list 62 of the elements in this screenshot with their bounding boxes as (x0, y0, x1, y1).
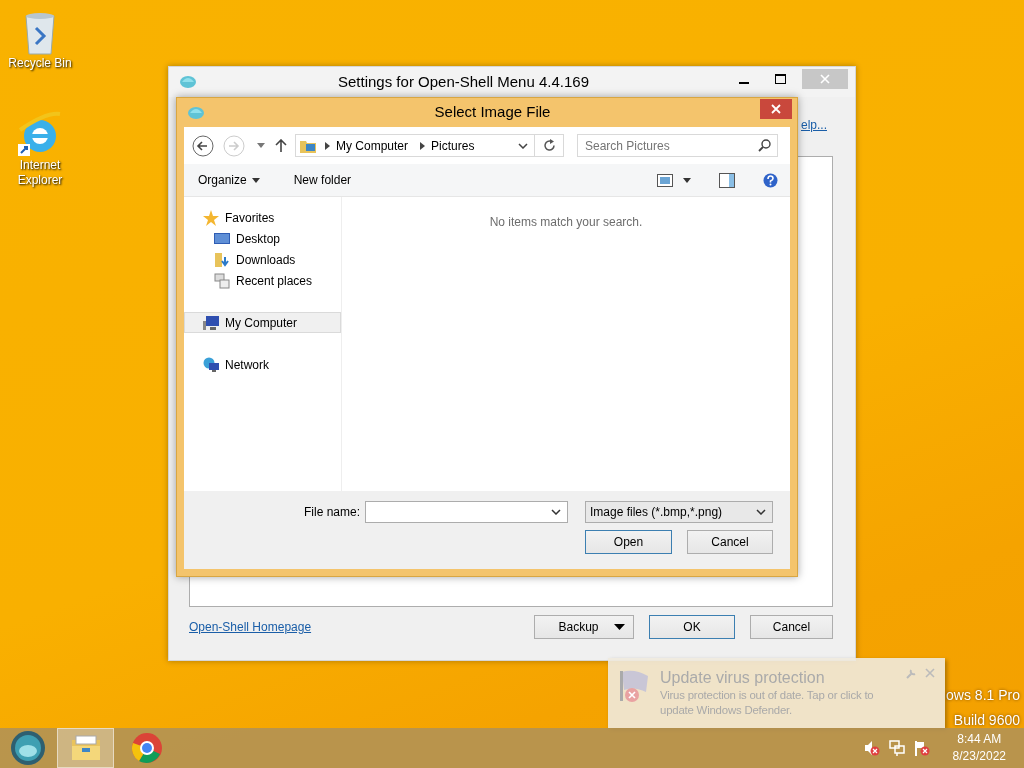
back-icon[interactable] (192, 134, 214, 157)
dialog-button[interactable]: OK (649, 615, 735, 639)
dropdown-icon[interactable] (756, 509, 766, 515)
dropdown-icon[interactable] (551, 509, 561, 515)
dropdown-icon[interactable] (518, 142, 528, 149)
flag-icon[interactable] (913, 740, 930, 756)
toolbar-button[interactable]: New folder (289, 171, 356, 189)
nav-item[interactable]: Recent places (184, 270, 341, 291)
refresh-icon[interactable] (542, 139, 556, 152)
dropdown-icon[interactable] (683, 177, 691, 183)
help-link[interactable]: elp... (801, 116, 827, 156)
field-label: File name: (303, 504, 360, 521)
help-icon[interactable] (763, 172, 778, 188)
nav-item[interactable]: Network (184, 354, 341, 375)
maximize-icon (774, 74, 786, 84)
dialog-button[interactable]: Cancel (750, 615, 833, 639)
homepage-link[interactable]: Open-Shell Homepage (189, 618, 312, 636)
network-icon (203, 356, 219, 373)
start-icon (10, 730, 46, 766)
close-icon (820, 74, 830, 84)
notification-message: Virus protection is out of date. Tap or click to update Windows Defender. (660, 688, 875, 718)
downloads-icon (214, 251, 230, 268)
nav-item[interactable]: Favorites (184, 207, 341, 228)
search-icon[interactable] (758, 139, 771, 152)
dialog-button[interactable]: Cancel (687, 530, 773, 554)
network-icon[interactable] (888, 740, 905, 756)
file-type-select[interactable]: Image files (*.bmp,*.png) (585, 501, 773, 523)
caret-icon (614, 624, 625, 630)
view-icon[interactable] (657, 173, 673, 187)
dropdown-button[interactable]: Backup (534, 615, 634, 639)
chevron-icon (420, 141, 426, 150)
chevron-icon (325, 141, 330, 150)
empty-message: No items match your search. (489, 214, 643, 228)
breadcrumb[interactable]: Pictures (427, 136, 479, 155)
toolbar-button[interactable]: Organize (194, 171, 264, 189)
dialog-button[interactable]: Open (585, 530, 672, 554)
breadcrumb[interactable]: My Computer (332, 136, 413, 155)
muted-speaker-icon[interactable] (863, 740, 880, 756)
nav-item[interactable]: Downloads (184, 249, 341, 270)
start-button[interactable] (8, 728, 48, 768)
file-name-field[interactable] (365, 501, 568, 523)
caret-icon (251, 177, 260, 183)
preview-pane-icon[interactable] (719, 172, 735, 188)
star-icon (203, 209, 219, 226)
recent-icon (214, 272, 230, 289)
computer-icon (203, 314, 219, 331)
notification-title: Update virus protection (660, 668, 826, 688)
search-field[interactable]: Search Pictures (577, 134, 778, 157)
os-watermark: Build 9600 (953, 711, 1020, 730)
nav-item[interactable]: My Computer (184, 312, 341, 333)
desktop-icon (214, 230, 230, 247)
close-button[interactable] (760, 99, 792, 119)
nav-item[interactable]: Desktop (184, 228, 341, 249)
minimize-icon (739, 82, 749, 84)
shell-icon (187, 105, 205, 120)
up-icon[interactable] (275, 139, 287, 152)
window-title: Settings for Open-Shell Menu 4.4.169 (337, 71, 590, 92)
close-icon (771, 104, 781, 114)
chrome-icon (131, 732, 163, 764)
shell-icon (179, 75, 197, 89)
os-watermark: ows 8.1 Pro (946, 686, 1020, 705)
dialog-title: Select Image File (433, 102, 552, 123)
